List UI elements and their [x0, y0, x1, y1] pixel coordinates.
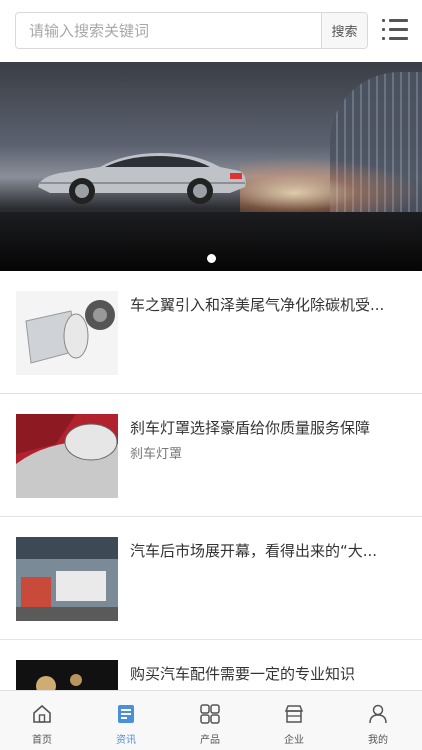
tab-label: 产品 [200, 735, 220, 746]
news-thumbnail [16, 414, 118, 498]
search-input[interactable] [16, 13, 321, 48]
home-icon [33, 704, 51, 723]
news-thumbnail [16, 291, 118, 375]
news-item[interactable]: 车之翼引入和泽美尾气净化除碳机受... [0, 271, 422, 394]
tab-profile[interactable]: 我的 [336, 691, 420, 750]
carousel-indicator [0, 248, 422, 263]
store-icon [284, 705, 304, 723]
tab-label: 我的 [368, 735, 388, 746]
news-item[interactable]: 刹车灯罩选择豪盾给你质量服务保障 刹车灯罩 [0, 394, 422, 517]
carousel-dot-active[interactable] [206, 254, 216, 263]
tab-products[interactable]: 产品 [168, 691, 252, 750]
news-item[interactable]: 汽车后市场展开幕，看得出来的“大... [0, 517, 422, 640]
news-title[interactable]: 车之翼引入和泽美尾气净化除碳机受... [130, 295, 405, 315]
search-button[interactable]: 搜索 [321, 13, 367, 48]
news-tag: 刹车灯罩 [130, 447, 183, 462]
banner-car-graphic [38, 153, 246, 204]
news-title[interactable]: 购买汽车配件需要一定的专业知识 [130, 664, 405, 684]
header: 搜索 [0, 0, 422, 62]
tab-label: 首页 [32, 735, 52, 746]
banner-lights-graphic [240, 157, 422, 217]
tab-label: 资讯 [116, 735, 136, 746]
grid-icon [200, 704, 220, 724]
banner-carousel[interactable] [0, 62, 422, 271]
tab-company[interactable]: 企业 [252, 691, 336, 750]
news-thumbnail [16, 537, 118, 621]
bottom-tab-bar: 首页 资讯 产品 企业 我的 [0, 690, 422, 750]
user-icon [369, 704, 387, 724]
search-box: 搜索 [15, 12, 368, 49]
news-title[interactable]: 汽车后市场展开幕，看得出来的“大... [130, 541, 405, 561]
news-title[interactable]: 刹车灯罩选择豪盾给你质量服务保障 [130, 418, 405, 438]
tab-home[interactable]: 首页 [0, 691, 84, 750]
tab-label: 企业 [284, 735, 304, 746]
menu-list-icon[interactable] [382, 17, 408, 43]
tab-news[interactable]: 资讯 [84, 691, 168, 750]
news-icon [118, 705, 134, 723]
